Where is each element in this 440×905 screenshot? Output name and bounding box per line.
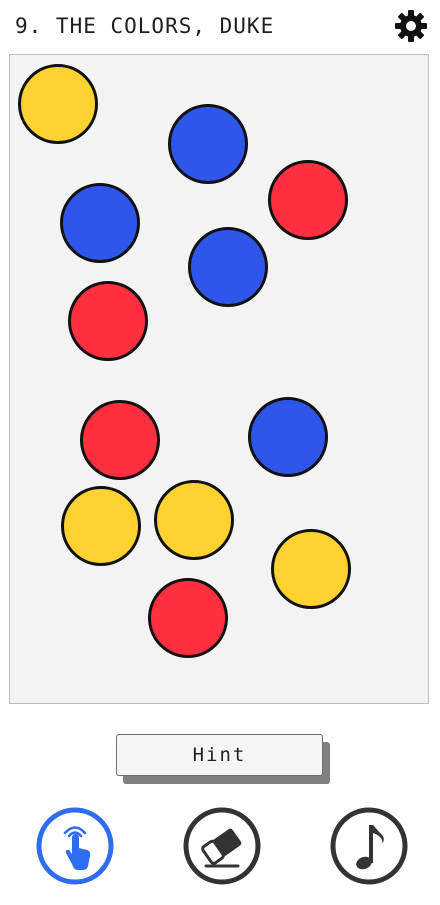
header-bar: 9. The Colors, Duke [0,0,440,52]
hint-button[interactable]: Hint [116,734,323,776]
music-toggle-button[interactable] [329,806,409,886]
blue-dot[interactable] [248,397,328,477]
yellow-dot[interactable] [154,480,234,560]
yellow-dot[interactable] [271,529,351,609]
blue-dot[interactable] [188,227,268,307]
blue-dot[interactable] [60,183,140,263]
blue-dot[interactable] [168,104,248,184]
yellow-dot[interactable] [18,64,98,144]
eraser-tool-button[interactable] [182,806,262,886]
red-dot[interactable] [268,160,348,240]
game-board [9,54,429,704]
tap-tool-button[interactable] [35,806,115,886]
red-dot[interactable] [68,281,148,361]
gear-icon[interactable] [394,9,428,43]
red-dot[interactable] [80,400,160,480]
level-title: 9. The Colors, Duke [15,14,275,38]
red-dot[interactable] [148,578,228,658]
yellow-dot[interactable] [61,486,141,566]
